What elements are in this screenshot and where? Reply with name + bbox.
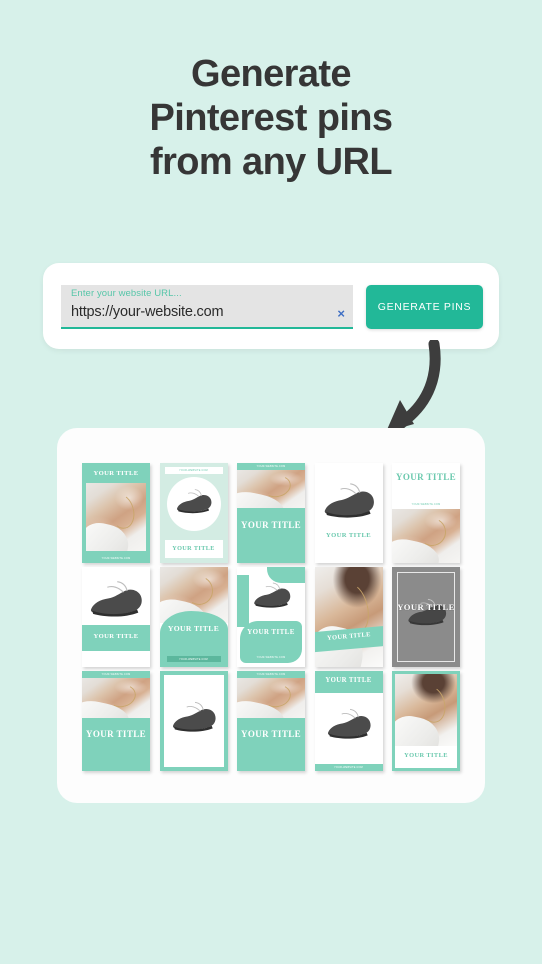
page-title: Generate Pinterest pins from any URL — [0, 52, 542, 184]
pin-card[interactable]: YOUR TITLE — [392, 567, 460, 667]
pin-url: YOUR-WEBSITE.COM — [256, 673, 286, 676]
pin-results-panel: YOUR TITLE YOUR-WEBSITE.COM YOUR-WEBSITE… — [57, 428, 485, 803]
url-form-row: Enter your website URL... https://your-w… — [61, 285, 483, 329]
pin-card[interactable]: YOUR-WEBSITE.COM YOUR TITLE — [237, 671, 305, 771]
pin-card[interactable]: YOUR TITLE — [314, 463, 383, 563]
pin-url: YOUR-WEBSITE.COM — [179, 657, 208, 661]
pin-card[interactable]: YOUR TITLE YOUR-WEBSITE.COM — [82, 463, 150, 563]
sneaker-icon — [90, 581, 142, 617]
page-title-line-3: from any URL — [150, 141, 393, 183]
pin-title: YOUR TITLE — [247, 628, 295, 636]
pin-card[interactable]: YOUR TITLE YOUR-WEBSITE.COM — [237, 567, 305, 667]
pin-card[interactable]: YOUR TITLE YOUR-WEBSITE.COM — [159, 567, 228, 667]
pin-url: YOUR-WEBSITE.COM — [334, 766, 363, 769]
page-title-line-1: Generate — [191, 53, 352, 95]
pin-card[interactable]: YOUR TITLE — [314, 567, 383, 667]
clear-icon[interactable]: × — [337, 307, 345, 320]
pin-card[interactable]: YOUR-WEBSITE.COM YOUR TITLE — [82, 671, 150, 771]
pin-title: YOUR TITLE — [240, 520, 302, 530]
generate-pins-button[interactable]: GENERATE PINS — [366, 285, 483, 329]
pin-url: YOUR-WEBSITE.COM — [256, 656, 286, 659]
sneaker-icon — [176, 489, 211, 514]
pin-title: YOUR TITLE — [397, 602, 455, 612]
pin-title: YOUR TITLE — [325, 677, 372, 684]
pin-title: YOUR TITLE — [172, 545, 215, 553]
pin-url: YOUR-WEBSITE.COM — [256, 465, 286, 468]
url-input-label: Enter your website URL... — [71, 288, 182, 299]
pin-title: YOUR TITLE — [93, 633, 139, 640]
pin-card[interactable]: YOUR-WEBSITE.COM YOUR TITLE — [237, 463, 305, 563]
pin-card[interactable]: YOUR TITLE — [392, 671, 460, 771]
pin-title: YOUR TITLE — [395, 472, 457, 482]
pin-card[interactable] — [159, 671, 228, 771]
pin-url: YOUR-WEBSITE.COM — [101, 556, 131, 560]
pin-card[interactable]: YOUR-WEBSITE.COM YOUR TITLE — [159, 463, 228, 563]
pin-card[interactable]: YOUR TITLE YOUR-WEBSITE.COM — [314, 671, 383, 771]
pin-card[interactable]: YOUR TITLE YOUR-WEBSITE.COM — [392, 463, 460, 563]
sneaker-icon — [327, 708, 371, 739]
pin-title: YOUR TITLE — [93, 470, 139, 477]
pin-title: YOUR TITLE — [325, 532, 372, 539]
pin-url: YOUR-WEBSITE.COM — [411, 503, 441, 506]
pin-title: YOUR TITLE — [404, 752, 448, 759]
pin-title: YOUR TITLE — [240, 729, 302, 739]
sneaker-icon — [324, 483, 374, 518]
pin-url: YOUR-WEBSITE.COM — [101, 673, 131, 676]
pin-grid: YOUR TITLE YOUR-WEBSITE.COM YOUR-WEBSITE… — [82, 463, 460, 771]
url-input-field[interactable]: Enter your website URL... https://your-w… — [61, 285, 353, 329]
sneaker-icon — [254, 582, 291, 608]
sneaker-icon — [172, 701, 216, 732]
pin-url: YOUR-WEBSITE.COM — [179, 469, 208, 472]
pin-title: YOUR TITLE — [167, 624, 220, 633]
url-form-card: Enter your website URL... https://your-w… — [43, 263, 499, 349]
page-title-line-2: Pinterest pins — [149, 97, 393, 139]
url-input-value[interactable]: https://your-website.com — [71, 302, 327, 322]
pin-title: YOUR TITLE — [85, 729, 147, 739]
pin-card[interactable]: YOUR TITLE — [82, 567, 150, 667]
